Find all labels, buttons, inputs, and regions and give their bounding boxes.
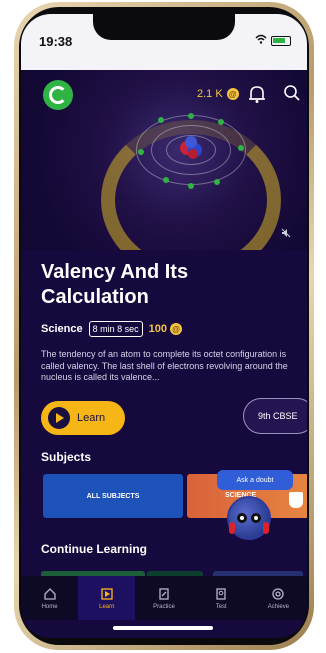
ask-doubt-tooltip[interactable]: Ask a doubt	[217, 470, 293, 490]
nav-achieve[interactable]: Achieve	[250, 576, 307, 620]
lesson-subject: Science	[41, 323, 83, 335]
all-subjects-card[interactable]: ALL SUBJECTS	[43, 474, 183, 518]
nav-learn[interactable]: Learn	[78, 576, 136, 620]
practice-icon	[159, 587, 169, 600]
all-subjects-label: ALL SUBJECTS	[86, 492, 140, 500]
wifi-icon	[255, 34, 267, 47]
status-icons	[255, 34, 291, 47]
coin-balance[interactable]: 2.1 K @	[197, 88, 239, 100]
coin-icon: @	[169, 323, 182, 335]
mute-icon[interactable]	[281, 228, 291, 241]
lesson-duration: 8 min 8 sec	[88, 321, 143, 337]
nav-label: Achieve	[267, 603, 290, 610]
nav-home[interactable]: Home	[21, 576, 78, 620]
play-icon	[48, 407, 70, 429]
lesson-points-value: 100	[148, 323, 167, 335]
home-indicator[interactable]	[113, 626, 213, 630]
subjects-heading: Subjects	[41, 450, 92, 464]
bell-icon[interactable]	[247, 84, 267, 109]
lesson-meta: Science 8 min 8 sec 100 @	[41, 321, 182, 337]
learn-icon	[101, 587, 113, 600]
nav-label: Practice	[153, 603, 175, 610]
status-time: 19:38	[39, 34, 73, 49]
nav-label: Test	[215, 603, 227, 610]
nav-label: Learn	[99, 603, 115, 610]
nav-test[interactable]: Test	[193, 576, 250, 620]
coin-count: 2.1 K	[197, 88, 223, 100]
flask-icon	[289, 492, 303, 508]
ask-doubt-label: Ask a doubt	[236, 476, 274, 484]
grade-selector[interactable]: 9th CBSE	[243, 398, 307, 434]
notch	[93, 14, 235, 40]
nav-label: Home	[41, 603, 58, 610]
app-logo[interactable]	[43, 80, 73, 110]
atom-illustration	[121, 90, 261, 220]
nav-practice[interactable]: Practice	[135, 576, 192, 620]
learn-button[interactable]: Learn	[41, 401, 125, 435]
continue-learning-heading: Continue Learning	[41, 542, 147, 556]
battery-icon	[271, 35, 291, 46]
achieve-icon	[272, 587, 285, 600]
doubt-bot-avatar[interactable]	[227, 496, 271, 540]
test-icon	[216, 587, 226, 600]
bottom-nav: Home Learn Practice Test Achieve	[21, 576, 307, 620]
home-icon	[43, 587, 56, 600]
coin-icon: @	[226, 88, 239, 100]
search-icon[interactable]	[283, 84, 301, 107]
learn-button-label: Learn	[77, 412, 106, 424]
lesson-points: 100 @	[149, 323, 182, 335]
lesson-description: The tendency of an atom to complete its …	[41, 349, 288, 382]
grade-label: 9th CBSE	[258, 411, 298, 421]
app-screen: 19:38 2.1 K @ Valency And Its Calculatio…	[21, 14, 307, 638]
lesson-title: Valency And Its Calculation	[41, 261, 189, 308]
